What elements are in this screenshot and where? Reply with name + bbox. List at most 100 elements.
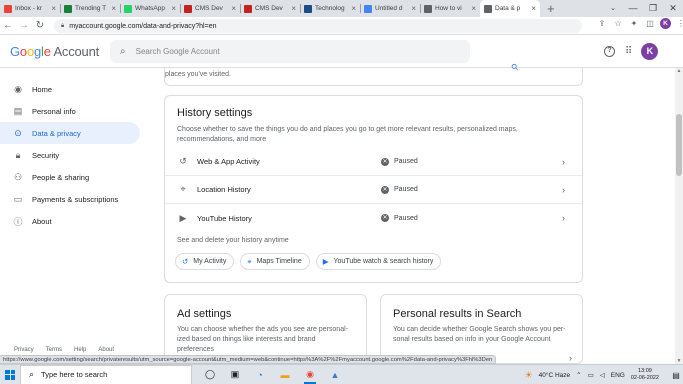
sidebar-item-security[interactable]: 🔒︎ Security (0, 144, 145, 166)
task-view-icon[interactable]: ◯ (200, 365, 220, 384)
history-row-location-history[interactable]: ⌖ Location History ✕ Paused › (165, 176, 582, 204)
browser-profile-avatar[interactable]: K (660, 18, 671, 29)
personal-results-description: You can decide whether Google Search sho… (393, 325, 566, 345)
chip-youtube-watch-search-history[interactable]: ▶ YouTube watch & search history (315, 253, 442, 270)
sidebar-item-about[interactable]: ⓘ About (0, 210, 145, 232)
sidebar-item-label: Home (32, 84, 53, 94)
chevron-right-icon[interactable]: › (562, 213, 565, 223)
side-panel-icon[interactable]: ◫ (644, 19, 656, 28)
tray-chevron-icon[interactable]: ⌃ (576, 371, 581, 379)
taskbar-search-box[interactable]: ⌕ Type here to search (20, 364, 192, 384)
address-bar[interactable]: 🔒︎ myaccount.google.com/data-and-privacy… (54, 19, 582, 33)
account-avatar[interactable]: K (641, 43, 659, 60)
sidebar-item-people-sharing[interactable]: ⚇ People & sharing (0, 166, 145, 188)
sidebar-item-home[interactable]: ◉ Home (0, 78, 145, 100)
sidebar-item-data-privacy[interactable]: ⊙ Data & privacy (0, 122, 140, 144)
cms-icon (244, 4, 252, 13)
extensions-icon[interactable]: ✦ (628, 19, 640, 28)
chrome-icon[interactable]: ◉ (300, 365, 320, 384)
my-activity-icon: ↺ (182, 257, 189, 266)
close-tab-icon[interactable]: × (171, 4, 176, 13)
lock-icon: 🔒︎ (15, 149, 21, 160)
volume-icon[interactable]: ◁ (600, 371, 605, 379)
language-indicator[interactable]: ENG (611, 372, 625, 379)
tab-search-icon[interactable]: ⌄ (603, 0, 623, 17)
close-tab-icon[interactable]: × (471, 4, 476, 13)
chevron-right-icon[interactable]: › (569, 353, 572, 363)
clock[interactable]: 13:09 02-06-2022 (631, 368, 659, 382)
new-tab-button[interactable]: + (547, 0, 555, 17)
id-card-icon: ▤ (13, 105, 23, 116)
sidebar-nav: ◉ Home ▤ Personal info ⊙ Data & privacy 🔒︎ Secu… (0, 78, 145, 232)
footer-help-link[interactable]: Help (74, 347, 86, 353)
chip-my-activity[interactable]: ↺ My Activity (175, 253, 235, 270)
windows-start-button[interactable] (0, 365, 20, 384)
page-scrollbar[interactable]: ▲ ▼ (675, 68, 683, 364)
bookmark-star-icon[interactable]: ☆ (612, 19, 624, 28)
history-chips: ↺ My Activity ⌖ Maps Timeline ▶ YouTube watch… (175, 253, 442, 270)
chip-maps-timeline[interactable]: ⌖ Maps Timeline (240, 253, 310, 270)
clock-time: 13:09 (638, 368, 652, 374)
browser-tab[interactable]: Trending T × (60, 0, 120, 17)
chip-label: My Activity (193, 258, 227, 265)
location-pin-icon: ⌖ (180, 184, 186, 194)
footer-privacy-link[interactable]: Privacy (14, 347, 34, 353)
ad-settings-card[interactable]: Ad settings You can choose whether the a… (164, 294, 367, 364)
share-icon[interactable]: ⇪ (596, 19, 608, 28)
sidebar-item-payments-subscriptions[interactable]: ▭ Payments & subscriptions (0, 188, 145, 210)
sidebar-item-personal-info[interactable]: ▤ Personal info (0, 100, 145, 122)
personal-results-card[interactable]: Personal results in Search You can decid… (380, 294, 583, 364)
apps-grid-icon[interactable]: ⠿ (625, 46, 632, 57)
chevron-right-icon[interactable]: › (562, 157, 565, 167)
browser-tab[interactable]: WhatsApp × (120, 0, 180, 17)
weather-text[interactable]: 40°C Haze (539, 372, 571, 379)
close-tab-icon[interactable]: × (291, 4, 296, 13)
history-row-web-app-activity[interactable]: ↺ Web & App Activity ✕ Paused › (165, 148, 582, 176)
close-tab-icon[interactable]: × (351, 4, 356, 13)
browser-tab[interactable]: CMS Dev × (240, 0, 300, 17)
chevron-right-icon[interactable]: › (562, 185, 565, 195)
browser-tab[interactable]: Data & p × (480, 0, 540, 17)
weather-icon[interactable]: ☀ (525, 370, 533, 381)
close-tab-icon[interactable]: × (231, 4, 236, 13)
browser-tab[interactable]: Technolog × (300, 0, 360, 17)
browser-tab[interactable]: How to vi × (420, 0, 480, 17)
back-button[interactable]: ← (0, 20, 16, 31)
scroll-up-arrow-icon[interactable]: ▲ (675, 68, 683, 74)
forward-button[interactable]: → (16, 20, 32, 31)
help-icon[interactable]: ? (604, 46, 615, 57)
docs-icon (364, 4, 372, 13)
scrollbar-thumb[interactable] (676, 114, 682, 176)
close-tab-icon[interactable]: × (531, 4, 536, 13)
lock-icon[interactable]: 🔒︎ (61, 23, 64, 30)
browser-tab[interactable]: CMS Dev × (180, 0, 240, 17)
footer-terms-link[interactable]: Terms (46, 347, 62, 353)
history-row-youtube-history[interactable]: ▶ YouTube History ✕ Paused › (165, 204, 582, 232)
close-tab-icon[interactable]: × (111, 4, 116, 13)
footer-about-link[interactable]: About (98, 347, 114, 353)
url-text: myaccount.google.com/data-and-privacy?hl… (69, 22, 217, 30)
network-icon[interactable]: ▭ (588, 371, 594, 379)
notifications-icon[interactable]: ▤ (669, 371, 683, 380)
search-icon[interactable]: ⌕ (120, 46, 126, 57)
whatsapp-icon (124, 4, 132, 13)
windows-taskbar: ⌕ Type here to search ◯ ▣ ◔ ▬ ◉ ▲ ☀ 40°C… (0, 364, 683, 384)
sidebar-item-label: People & sharing (32, 172, 90, 182)
search-placeholder: Search Google Account (135, 47, 220, 56)
close-window-button[interactable]: ✕ (663, 0, 683, 17)
browser-tab[interactable]: Untitled d × (360, 0, 420, 17)
account-search-box[interactable]: ⌕ Search Google Account (110, 40, 470, 63)
close-tab-icon[interactable]: × (51, 4, 56, 13)
google-account-logo[interactable]: Google Account (10, 44, 99, 59)
widgets-icon[interactable]: ▣ (225, 365, 245, 384)
browser-menu-icon[interactable]: ⋮ (675, 19, 683, 28)
edge-icon[interactable]: ◔ (250, 365, 270, 384)
file-explorer-icon[interactable]: ▬ (275, 365, 295, 384)
history-icon: ↺ (179, 156, 187, 166)
minimize-button[interactable]: — (623, 0, 643, 17)
reload-button[interactable]: ↻ (32, 20, 48, 31)
maximize-button[interactable]: ❐ (643, 0, 663, 17)
browser-tab[interactable]: Inbox - kr × (0, 0, 60, 17)
close-tab-icon[interactable]: × (411, 4, 416, 13)
photos-icon[interactable]: ▲ (325, 365, 345, 384)
